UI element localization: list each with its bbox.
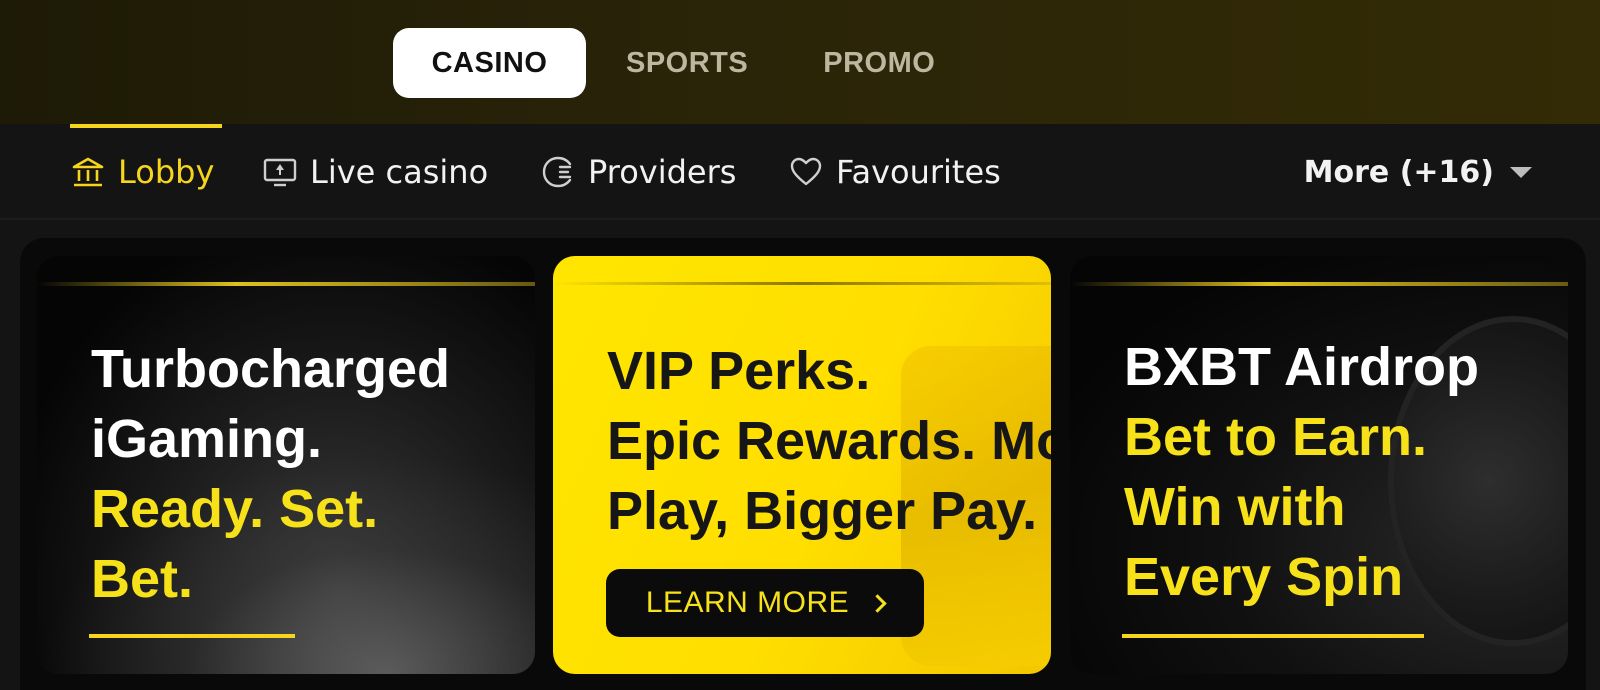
banner-card-turbocharged[interactable]: Turbocharged iGaming. Ready. Set. Bet. [37,256,535,674]
headline-line: VIP Perks. [607,341,871,401]
headline-highlight-line: Win with [1124,477,1346,537]
monitor-icon [262,154,298,190]
learn-more-button[interactable]: LEARN MORE [606,569,924,637]
providers-icon [540,154,576,190]
headline-highlight-line: Bet to Earn. [1124,407,1428,467]
subnav-item-label: Lobby [118,153,215,191]
headline-line: Play, Bigger Pay. [607,481,1038,541]
casino-subnav: Lobby Live casino Providers Favourites M… [0,124,1600,220]
caret-down-icon [1510,166,1532,178]
subnav-item-label: Providers [588,153,737,191]
mode-tabs: CASINO SPORTS PROMO [393,28,970,98]
heart-icon [788,154,824,190]
banner-headline: Turbocharged iGaming. Ready. Set. Bet. [91,334,450,614]
more-label: More (+16) [1303,154,1494,190]
subnav-item-label: Live casino [310,153,489,191]
light-streak [37,282,535,286]
tab-sports[interactable]: SPORTS [591,28,783,98]
headline-highlight-line: Ready. Set. [91,479,379,539]
subnav-item-live-casino[interactable]: Live casino [262,124,488,220]
banner-headline: VIP Perks. Epic Rewards. Mo Play, Bigger… [607,336,1051,546]
light-streak [553,282,1051,285]
subnav-item-lobby[interactable]: Lobby [70,124,223,220]
chevron-right-icon [868,593,887,613]
subnav-item-providers[interactable]: Providers [540,124,736,220]
banner-headline: BXBT Airdrop Bet to Earn. Win with Every… [1124,332,1479,612]
top-header: CASINO SPORTS PROMO [0,0,1600,124]
tab-casino[interactable]: CASINO [393,28,586,98]
subnav-item-label: Favourites [836,153,1001,191]
headline-line: iGaming. [91,409,323,469]
learn-more-label: LEARN MORE [645,586,850,619]
bank-icon [70,154,106,190]
headline-line: Epic Rewards. Mo [607,411,1051,471]
tab-promo[interactable]: PROMO [788,28,970,98]
headline-line: Turbocharged [91,339,451,399]
banner-carousel: Turbocharged iGaming. Ready. Set. Bet. V… [20,238,1586,690]
cta-underline [1122,634,1424,638]
cta-underline [89,634,295,638]
banner-card-vip[interactable]: VIP Perks. Epic Rewards. Mo Play, Bigger… [553,256,1051,674]
subnav-item-favourites[interactable]: Favourites [788,124,1001,220]
headline-line: BXBT Airdrop [1124,337,1479,397]
headline-highlight-line: Every Spin [1124,547,1404,607]
more-dropdown[interactable]: More (+16) [1304,124,1532,220]
light-streak [1070,282,1568,286]
banner-card-airdrop[interactable]: BXBT Airdrop Bet to Earn. Win with Every… [1070,256,1568,674]
headline-highlight-line: Bet. [91,549,194,609]
